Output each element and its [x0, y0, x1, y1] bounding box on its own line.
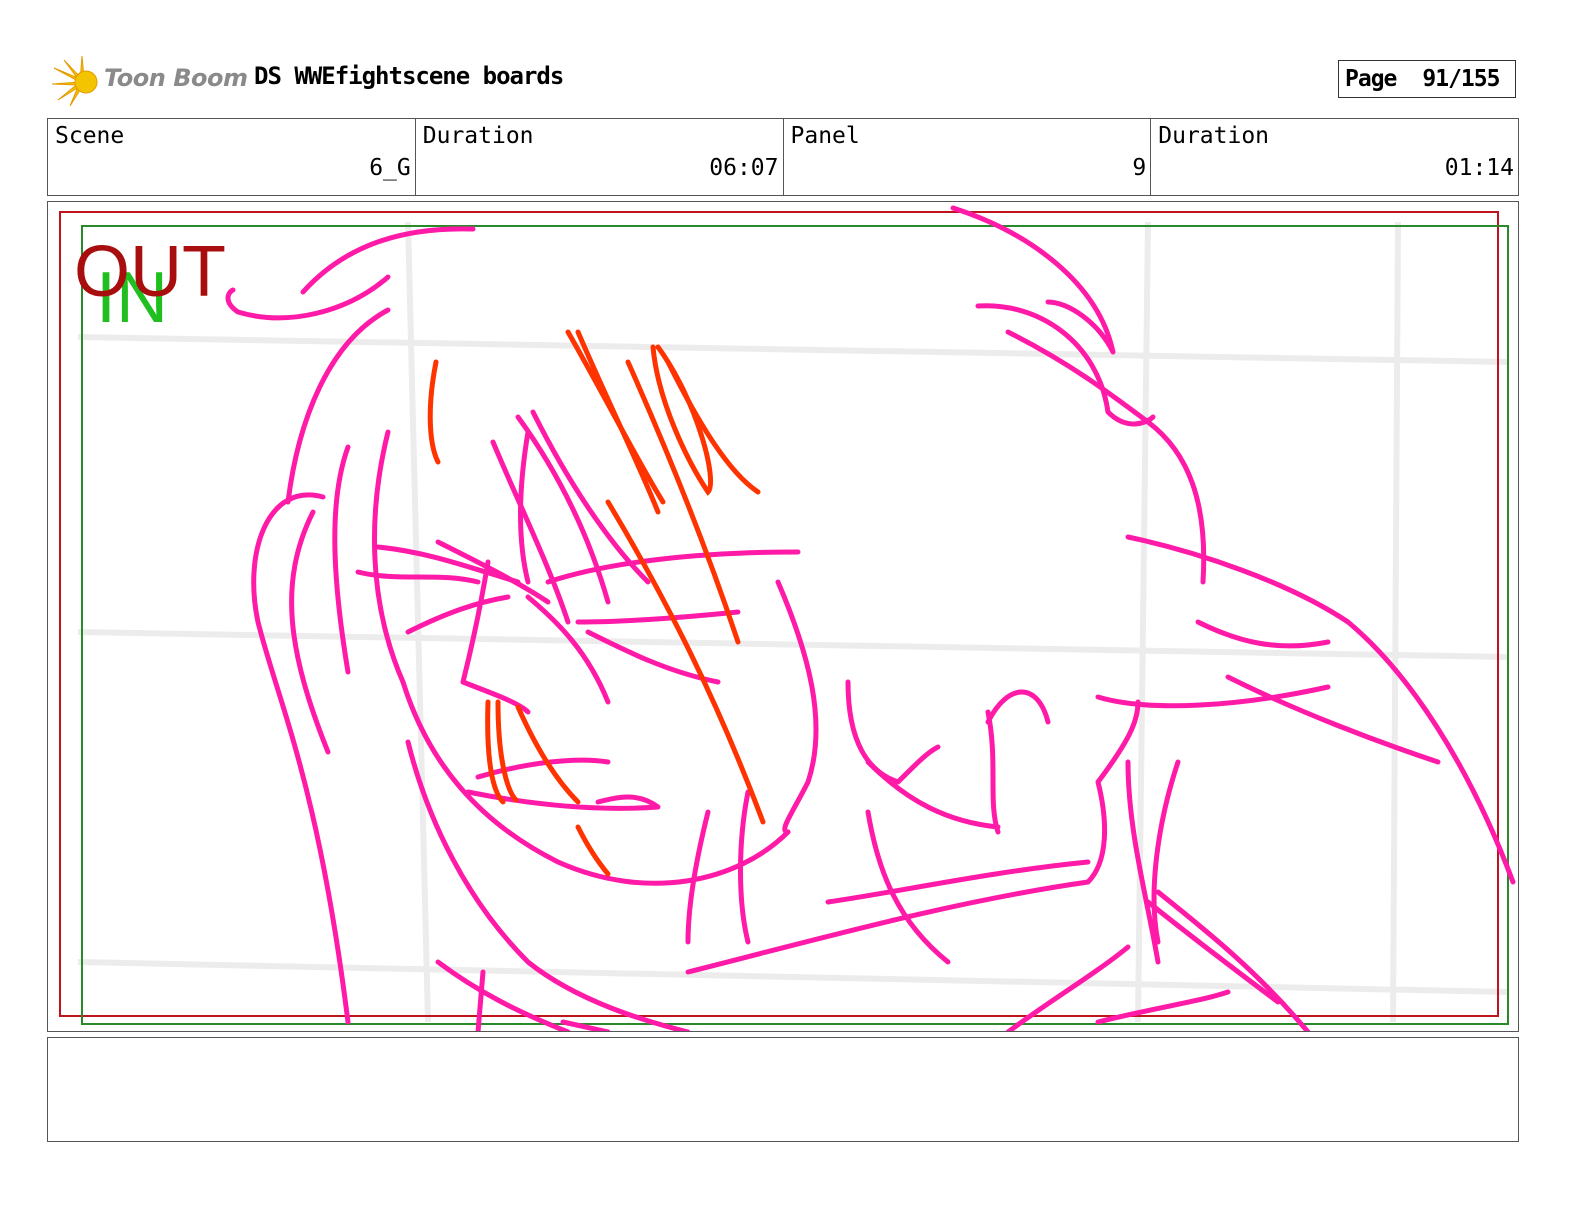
out-marker: OUT [74, 232, 226, 312]
scene-cell: Scene 6_G [48, 119, 416, 195]
panel-duration-value: 01:14 [1444, 155, 1514, 181]
panel-sketch [59, 205, 1516, 1031]
page-indicator: Page 91/155 [1338, 60, 1516, 98]
scene-label: Scene [55, 123, 125, 149]
storyboard-panel: IN OUT [47, 201, 1519, 1032]
panel-duration-cell: Duration 01:14 [1151, 119, 1518, 195]
page-number: 91/155 [1422, 66, 1500, 92]
frame-out [59, 211, 1499, 1017]
panel-label: Panel [790, 123, 860, 149]
star-burst-icon [51, 55, 98, 107]
panel-notes[interactable] [47, 1037, 1519, 1142]
page-label: Page [1345, 66, 1397, 92]
panel-duration-label: Duration [1158, 123, 1270, 149]
scene-duration-cell: Duration 06:07 [416, 119, 784, 195]
scene-duration-value: 06:07 [709, 155, 779, 181]
scene-duration-label: Duration [422, 123, 534, 149]
panel-value: 9 [1132, 155, 1147, 181]
scene-info-table: Scene 6_G Duration 06:07 Panel 9 Duratio… [47, 118, 1519, 196]
scene-value: 6_G [369, 155, 411, 181]
logo-text: Toon Boom [104, 64, 248, 92]
panel-cell: Panel 9 [784, 119, 1152, 195]
document-title: DS WWEfightscene boards [254, 62, 564, 90]
